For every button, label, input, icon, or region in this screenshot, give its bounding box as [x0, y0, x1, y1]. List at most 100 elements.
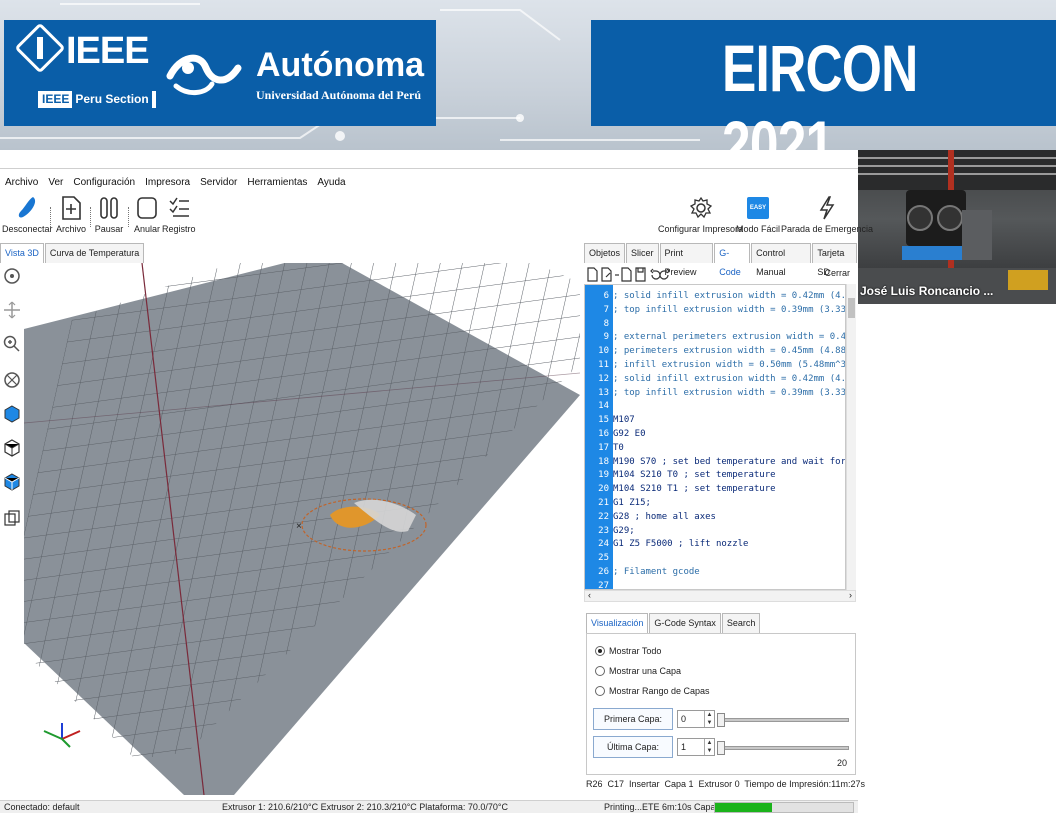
- gcode-line[interactable]: 18 M190 S70 ; set bed temperature and wai…: [585, 455, 845, 469]
- configure-printer-button[interactable]: Configurar Impresora: [658, 193, 743, 234]
- autonoma-subtitle: Universidad Autónoma del Perú: [256, 88, 422, 102]
- gcode-line[interactable]: 20 M104 S210 T1 ; set temperature: [585, 482, 845, 496]
- gcode-line[interactable]: 21 G1 Z15;: [585, 496, 845, 510]
- parallel-projection-icon[interactable]: [2, 507, 22, 529]
- gcode-line[interactable]: 7 ; top infill extrusion width = 0.39mm (…: [585, 303, 845, 317]
- max-layer-value: 20: [836, 758, 847, 768]
- gcode-editor[interactable]: 6 ; solid infill extrusion width = 0.42mm…: [584, 284, 846, 590]
- top-view-icon[interactable]: [2, 471, 22, 493]
- rotate-view-icon[interactable]: [2, 265, 22, 287]
- toolbar-separator: [90, 207, 91, 227]
- gcode-line[interactable]: 26 ; Filament gcode: [585, 565, 845, 579]
- first-layer-slider[interactable]: [717, 713, 849, 727]
- easy-mode-button[interactable]: EASY Modo Fácil: [736, 193, 780, 234]
- tab-objects[interactable]: Objetos: [584, 243, 626, 263]
- ieee-logo-text: IEEE: [66, 30, 150, 72]
- gcode-line[interactable]: 11 ; infill extrusion width = 0.50mm (5.4…: [585, 358, 845, 372]
- emergency-stop-button[interactable]: Parada de Emergencia: [781, 193, 873, 234]
- bottom-panel-tabs: Visualización G-Code Syntax Search: [586, 613, 761, 633]
- tab-search[interactable]: Search: [721, 613, 761, 633]
- redo-icon: [659, 268, 670, 280]
- stepper-arrows-icon: ▲ ▼: [704, 739, 714, 755]
- checklist-icon: [169, 197, 189, 217]
- line-number: 12: [598, 373, 609, 384]
- last-layer-button[interactable]: Última Capa:: [593, 736, 673, 758]
- menu-ayuda[interactable]: Ayuda: [312, 175, 350, 191]
- tab-temperature-curve[interactable]: Curva de Temperatura: [44, 243, 145, 263]
- line-text: M190 S70 ; set bed temperature and wait …: [613, 456, 845, 467]
- line-number: 19: [598, 470, 609, 481]
- gcode-horizontal-scrollbar[interactable]: ‹ ›: [584, 590, 856, 602]
- tab-gcode[interactable]: G-Code: [714, 243, 751, 277]
- menu-archivo[interactable]: Archivo: [0, 175, 43, 191]
- last-layer-stepper[interactable]: 1 ▲ ▼: [677, 738, 715, 756]
- show-one-layer-radio[interactable]: Mostrar una Capa: [595, 666, 681, 676]
- gcode-line[interactable]: 24 G1 Z5 F5000 ; lift nozzle: [585, 537, 845, 551]
- line-number: 27: [598, 580, 609, 590]
- gcode-line[interactable]: 10 ; perimeters extrusion width = 0.45mm …: [585, 344, 845, 358]
- stepper-arrows-icon: ▲ ▼: [704, 711, 714, 727]
- line-text: ; external perimeters extrusion width = …: [613, 332, 845, 343]
- view-tools: [0, 265, 24, 795]
- line-number: 8: [603, 318, 609, 329]
- repetier-host-window: Archivo Ver Configuración Impresora Serv…: [0, 168, 873, 813]
- menu-configuracion[interactable]: Configuración: [68, 175, 140, 191]
- slider-thumb: [717, 741, 725, 755]
- show-layer-range-radio[interactable]: Mostrar Rango de Capas: [595, 686, 710, 696]
- line-text: M107: [613, 415, 635, 426]
- gcode-line[interactable]: 15 M107: [585, 413, 845, 427]
- tab-slicer[interactable]: Slicer: [626, 243, 659, 263]
- gcode-line[interactable]: 22 G28 ; home all axes: [585, 510, 845, 524]
- line-number: 21: [598, 498, 609, 508]
- gcode-line[interactable]: 19 M104 S210 T0 ; set temperature: [585, 468, 845, 482]
- side-view-icon[interactable]: [2, 437, 22, 459]
- tab-print-preview[interactable]: Print Preview: [659, 243, 714, 277]
- cancel-button[interactable]: Anular: [132, 193, 162, 234]
- line-text: G92 E0: [613, 429, 646, 439]
- gcode-line[interactable]: 12 ; solid infill extrusion width = 0.42m…: [585, 372, 845, 386]
- tab-gcode-syntax[interactable]: G-Code Syntax: [649, 613, 721, 633]
- gcode-line[interactable]: 13 ; top infill extrusion width = 0.39mm …: [585, 386, 845, 400]
- line-number: 10: [598, 346, 609, 357]
- gcode-line[interactable]: 23 G29;: [585, 524, 845, 538]
- menu-ver[interactable]: Ver: [43, 175, 68, 191]
- tab-visualization[interactable]: Visualización: [586, 613, 649, 633]
- tab-vista-3d[interactable]: Vista 3D: [0, 243, 44, 263]
- gcode-line[interactable]: 8: [585, 317, 845, 331]
- tab-sd-card[interactable]: Tarjeta SD: [812, 243, 858, 277]
- log-button[interactable]: Registro: [162, 193, 196, 234]
- front-view-icon[interactable]: [2, 403, 22, 425]
- menu-herramientas[interactable]: Herramientas: [242, 175, 312, 191]
- first-layer-button[interactable]: Primera Capa:: [593, 708, 673, 730]
- gcode-vertical-scrollbar[interactable]: [846, 284, 856, 590]
- easy-mode-icon: EASY: [747, 197, 769, 219]
- line-text: G1 Z5 F5000 ; lift nozzle: [613, 539, 749, 550]
- move-view-icon[interactable]: [2, 299, 22, 321]
- pause-button[interactable]: Pausar: [94, 193, 124, 234]
- gcode-line[interactable]: 17 T0: [585, 441, 845, 455]
- file-button[interactable]: Archivo: [56, 193, 86, 234]
- menu-impresora[interactable]: Impresora: [140, 175, 195, 191]
- tab-manual-control[interactable]: Control Manual: [751, 243, 812, 277]
- gcode-line[interactable]: 25: [585, 551, 845, 565]
- menu-servidor[interactable]: Servidor: [195, 175, 242, 191]
- line-number: 20: [598, 484, 609, 495]
- 3d-viewport[interactable]: ×: [24, 263, 580, 795]
- zoom-icon[interactable]: [2, 333, 22, 355]
- gcode-line[interactable]: 9 ; external perimeters extrusion width =…: [585, 330, 845, 344]
- gcode-line[interactable]: 27: [585, 579, 845, 590]
- close-gcode-button[interactable]: Cerrar: [824, 268, 850, 278]
- last-layer-slider[interactable]: [717, 741, 849, 755]
- gcode-line[interactable]: 14: [585, 399, 845, 413]
- disconnect-button[interactable]: Desconectar: [2, 193, 53, 234]
- scroll-left-icon: ‹: [588, 590, 591, 600]
- first-layer-stepper[interactable]: 0 ▲ ▼: [677, 710, 715, 728]
- radio-selected-icon: [595, 646, 605, 656]
- fit-view-icon[interactable]: [2, 369, 22, 391]
- gcode-line[interactable]: 6 ; solid infill extrusion width = 0.42mm…: [585, 289, 845, 303]
- line-text: ; perimeters extrusion width = 0.45mm (4…: [613, 346, 845, 357]
- gcode-status-line: R26 C17 Insertar Capa 1 Extrusor 0 Tiemp…: [586, 779, 865, 789]
- line-number: 9: [603, 332, 609, 343]
- gcode-line[interactable]: 16 G92 E0: [585, 427, 845, 441]
- show-all-radio[interactable]: Mostrar Todo: [595, 646, 661, 656]
